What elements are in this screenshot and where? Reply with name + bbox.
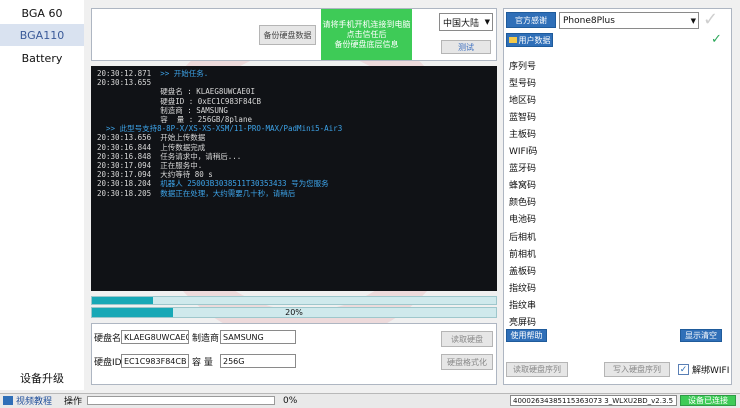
console-line: 20:30:17.094 正在服务中. [97,161,203,171]
user-data-button[interactable]: 用户数据 [506,33,553,47]
connect-instruction-panel: 请将手机开机连接到电脑 点击信任后 备份硬盘底层信息 [321,9,412,60]
console-message: 数据正在处理，大约需要几十秒，请稍后 [151,188,296,198]
code-item[interactable]: 前相机 [508,245,618,261]
write-serial-label: 写入硬盘序列 [613,365,661,374]
console-time: 20:30:18.205 [97,188,152,198]
progress-percent: 20% [285,308,303,317]
code-item[interactable]: 指纹码 [508,279,618,295]
device-connected-button[interactable]: 设备已连接 [680,395,736,406]
instruction-line: 备份硬盘底层信息 [334,39,399,49]
progress-bar-primary [91,296,497,305]
console-time: 20:30:12.871 [97,69,152,78]
official-button[interactable]: 官方感谢 [506,12,556,28]
console-line: 20:30:18.205 数据正在处理，大约需要几十秒，请稍后 [97,189,491,198]
console-line: 20:30:18.204 机器人 25003B3038511T30353433 … [97,179,491,188]
code-item[interactable]: 颜色码 [508,194,618,210]
code-item[interactable]: 亮屏码 [508,314,618,330]
help-button[interactable]: 使用帮助 [506,329,547,342]
nav-item-label: BGA110 [19,28,65,42]
unbind-wifi-label: 解绑WIFI [692,366,730,376]
nav-item-bga60[interactable]: BGA 60 [0,2,84,24]
model-select[interactable]: Phone8Plus ▼ [559,12,699,29]
backup-disk-label: 备份硬盘数据 [263,30,312,40]
check-icon: ✓ [703,9,719,30]
code-item[interactable]: WIFI码 [508,143,618,159]
nav-item-label: BGA 60 [21,6,63,20]
capacity-label: 容 量 [192,357,213,368]
help-button-label: 使用帮助 [510,331,543,340]
video-icon [3,396,13,405]
video-tutorial-link[interactable]: 视频教程 [16,395,52,407]
progress-bar-secondary: 20% [91,307,497,318]
instruction-line: 点击信任后 [346,29,387,39]
test-button[interactable]: 测试 [441,40,491,54]
code-item[interactable]: 地区码 [508,91,618,107]
console-line: 容 量 : 256GB/8plane [97,115,252,125]
read-serial-label: 读取硬盘序列 [513,365,561,374]
progress-fill [92,297,153,304]
user-data-label: 用户数据 [518,35,551,45]
region-select-value: 中国大陆 [443,18,480,29]
console-time: 20:30:18.204 [97,179,152,189]
capacity-field[interactable]: 256G [220,354,296,368]
console-line: 20:30:12.871 >> 开始任务. [97,69,491,78]
unbind-wifi-checkbox[interactable]: ✓ [678,364,689,375]
code-item[interactable]: 蓝牙码 [508,160,618,176]
maker-field[interactable]: SAMSUNG [220,330,296,344]
write-serial-button[interactable]: 写入硬盘序列 [604,362,670,377]
console-line: 20:30:13.656 开始上传数据 [97,133,206,143]
console-line: 硬盘ID : 0xEC1C983F84CB [97,96,262,106]
operation-label: 操作 [64,397,83,407]
format-disk-button[interactable]: 硬盘格式化 [441,354,493,370]
nav-item-label: Battery [21,51,63,65]
official-button-label: 官方感谢 [515,15,547,25]
code-item[interactable]: 序列号 [508,57,618,73]
clear-button-label: 显示清空 [685,331,717,340]
disk-name-label: 硬盘名 [94,333,122,344]
code-item[interactable]: 后相机 [508,228,618,244]
read-disk-button[interactable]: 读取硬盘 [441,331,493,347]
operation-percent: 0% [283,395,298,406]
code-item[interactable]: 电池码 [508,211,618,227]
disk-id-field[interactable]: EC1C983F84CB [121,354,189,368]
format-disk-label: 硬盘格式化 [447,357,487,367]
nav-item-device-upgrade[interactable]: 设备升级 [0,367,84,389]
read-disk-label: 读取硬盘 [451,334,483,344]
nav-item-battery[interactable]: Battery [0,47,84,69]
maker-label: 制造商 [192,333,220,344]
clear-button[interactable]: 显示清空 [680,329,722,342]
operation-progress [87,396,275,405]
device-connected-label: 设备已连接 [688,396,728,405]
log-console: 20:30:12.871 >> 开始任务. 20:30:13.655 硬盘名 : … [91,66,497,291]
region-select[interactable]: 中国大陆 ▼ [439,13,493,31]
backup-disk-button[interactable]: 备份硬盘数据 [259,25,316,45]
model-select-value: Phone8Plus [563,15,615,26]
code-item[interactable]: 主板码 [508,125,618,141]
read-serial-button[interactable]: 读取硬盘序列 [506,362,568,377]
code-item[interactable]: 型号码 [508,74,618,90]
disk-name-field[interactable]: KLAEG8UWCAE0I [121,330,189,344]
nav-item-bga110[interactable]: BGA110 [0,24,84,46]
code-item[interactable]: 盖板码 [508,262,618,278]
console-line: 20:30:16.848 任务请求中，请稍后... [97,151,242,161]
console-line: 20:30:16.844 上传数据完成 [97,142,206,152]
test-button-label: 测试 [458,42,474,52]
folder-icon [508,37,517,43]
code-item[interactable]: 蜂窝码 [508,177,618,193]
instruction-line: 请将手机开机连接到电脑 [322,19,411,29]
nav-item-label: 设备升级 [20,372,64,385]
code-item[interactable]: 蓝智码 [508,108,618,124]
check-small-icon: ✓ [711,32,722,47]
console-message: 机器人 25003B3038511T30353433 号为您服务 [151,179,329,189]
console-line: 制造商 : SAMSUNG [97,105,228,115]
console-line: 硬盘名 : KLAEG8UWCAE0I [97,87,255,97]
disk-id-label: 硬盘ID [94,357,122,368]
code-item[interactable]: 指纹串 [508,296,618,312]
console-message: >> 开始任务. [151,69,209,78]
chevron-down-icon: ▼ [690,16,696,25]
serial-field[interactable]: 40002634385115363073 3_WLXU2BD_v2.3.5 [510,395,677,406]
chevron-down-icon: ▼ [484,18,490,26]
left-nav: BGA 60 BGA110 Battery 设备升级 [0,0,84,390]
